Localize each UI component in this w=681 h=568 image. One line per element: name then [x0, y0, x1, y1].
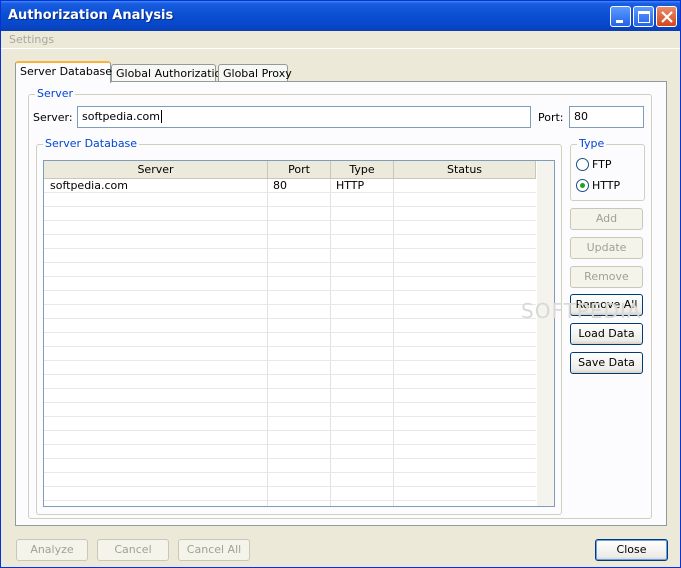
cancel-button[interactable]: Cancel: [97, 539, 169, 561]
table-row: [44, 277, 536, 291]
table-row: [44, 221, 536, 235]
cell-status: [394, 179, 399, 193]
analyze-button[interactable]: Analyze: [16, 539, 88, 561]
port-input[interactable]: 80: [569, 106, 644, 128]
table-row: [44, 431, 536, 445]
table-row: [44, 375, 536, 389]
table-row: [44, 305, 536, 319]
table-row: [44, 207, 536, 221]
port-label: Port:: [538, 111, 564, 124]
table-header: Server Port Type Status: [44, 161, 536, 179]
table-row[interactable]: softpedia.com 80 HTTP: [44, 179, 536, 193]
column-header-status[interactable]: Status: [394, 161, 536, 179]
minimize-button[interactable]: [610, 6, 631, 27]
maximize-icon: [638, 11, 650, 23]
column-header-port[interactable]: Port: [268, 161, 331, 179]
server-input-value: softpedia.com: [82, 110, 160, 123]
server-database-groupbox: Server Database Server Port Type Status …: [36, 137, 562, 515]
tab-server-database[interactable]: Server Database: [15, 61, 112, 83]
radio-ftp-label[interactable]: FTP: [592, 158, 612, 171]
table-row: [44, 291, 536, 305]
column-header-type[interactable]: Type: [331, 161, 394, 179]
watermark: SOFTPEDIA: [521, 299, 642, 323]
minimize-icon: [616, 20, 623, 23]
table-scrollbar[interactable]: [537, 161, 554, 506]
remove-button[interactable]: Remove: [570, 266, 643, 288]
table-row: [44, 263, 536, 277]
title-bar[interactable]: Authorization Analysis: [1, 1, 680, 31]
menu-settings[interactable]: Settings: [9, 33, 54, 46]
type-group-title: Type: [577, 137, 607, 150]
table-row: [44, 445, 536, 459]
server-label: Server:: [33, 111, 73, 124]
tab-global-authorization[interactable]: Global Authorization: [111, 64, 228, 82]
server-table[interactable]: Server Port Type Status softpedia.com 80…: [43, 160, 555, 507]
radio-ftp[interactable]: [576, 158, 589, 171]
server-input[interactable]: softpedia.com: [77, 106, 531, 128]
table-row: [44, 473, 536, 487]
table-row: [44, 347, 536, 361]
table-row: [44, 235, 536, 249]
table-row: [44, 417, 536, 431]
table-row: [44, 361, 536, 375]
table-row: [44, 319, 536, 333]
close-icon: [661, 11, 673, 23]
update-button[interactable]: Update: [570, 237, 643, 259]
table-row: [44, 333, 536, 347]
radio-http[interactable]: [576, 179, 589, 192]
maximize-button[interactable]: [633, 6, 654, 27]
table-row: [44, 193, 536, 207]
server-database-group-title: Server Database: [43, 137, 140, 150]
load-data-button[interactable]: Load Data: [570, 323, 643, 345]
table-row: [44, 389, 536, 403]
cell-type: HTTP: [336, 179, 365, 192]
table-row: [44, 249, 536, 263]
table-row: [44, 403, 536, 417]
close-button[interactable]: Close: [595, 539, 668, 561]
table-row: [44, 459, 536, 473]
close-window-button[interactable]: [656, 6, 677, 27]
app-window: Authorization Analysis Settings Server D…: [0, 0, 681, 568]
menu-bar: Settings: [1, 31, 680, 49]
window-title: Authorization Analysis: [8, 8, 174, 23]
add-button[interactable]: Add: [570, 208, 643, 230]
type-groupbox: Type FTP HTTP: [570, 137, 645, 201]
server-group-title: Server: [35, 87, 76, 100]
cell-server: softpedia.com: [50, 179, 128, 192]
cancel-all-button[interactable]: Cancel All: [178, 539, 250, 561]
cell-port: 80: [273, 179, 287, 192]
tab-global-proxy[interactable]: Global Proxy: [218, 64, 292, 82]
column-header-server[interactable]: Server: [44, 161, 268, 179]
table-row: [44, 487, 536, 501]
radio-http-label[interactable]: HTTP: [592, 179, 620, 192]
save-data-button[interactable]: Save Data: [570, 352, 643, 374]
